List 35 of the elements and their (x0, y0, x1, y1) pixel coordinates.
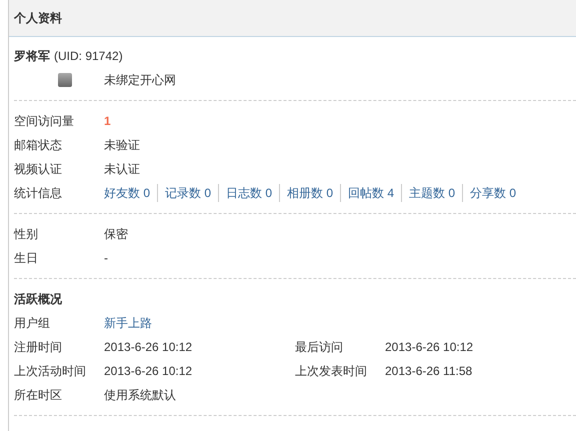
stat-link[interactable]: 相册数 0 (279, 184, 340, 202)
field-value: 2013-6-26 10:12 (385, 339, 474, 356)
field-label: 视频认证 (14, 161, 63, 178)
field-value: - (104, 250, 108, 267)
field-label: 邮箱状态 (14, 137, 63, 154)
field-value: 未认证 (104, 161, 140, 178)
stat-link[interactable]: 分享数 0 (462, 184, 524, 202)
stat-link[interactable]: 好友数 0 (104, 184, 158, 202)
user-name: 罗将军 (14, 48, 50, 65)
binding-status: 未绑定开心网 (104, 72, 176, 89)
stat-link[interactable]: 主题数 0 (401, 184, 462, 202)
user-group-link[interactable]: 新手上路 (104, 314, 152, 332)
user-id: (UID: 91742) (54, 48, 123, 65)
field-label: 注册时间 (14, 339, 63, 356)
section-title: 活跃概况 (14, 291, 62, 308)
field-label: 上次活动时间 (14, 363, 87, 380)
field-label: 用户组 (14, 315, 51, 332)
field-label: 性别 (14, 226, 39, 243)
field-value: 2013-6-26 11:58 (385, 363, 472, 380)
field-label: 统计信息 (14, 185, 63, 202)
field-value: 未验证 (104, 137, 140, 154)
stat-link[interactable]: 日志数 0 (218, 184, 280, 202)
panel-title: 个人资料 (14, 10, 62, 27)
field-value: 保密 (104, 226, 128, 243)
field-label: 生日 (14, 250, 39, 267)
field-value: 2013-6-26 10:12 (104, 363, 192, 380)
field-label: 最后访问 (295, 339, 344, 356)
field-value: 2013-6-26 10:12 (104, 339, 192, 356)
stat-link[interactable]: 回帖数 4 (340, 184, 402, 202)
field-label: 上次发表时间 (295, 363, 368, 380)
field-value: 1 (104, 113, 111, 130)
field-value: 使用系统默认 (104, 387, 176, 404)
field-label: 所在时区 (14, 387, 63, 404)
field-label: 空间访问量 (14, 113, 75, 130)
stat-link[interactable]: 记录数 0 (157, 184, 218, 202)
